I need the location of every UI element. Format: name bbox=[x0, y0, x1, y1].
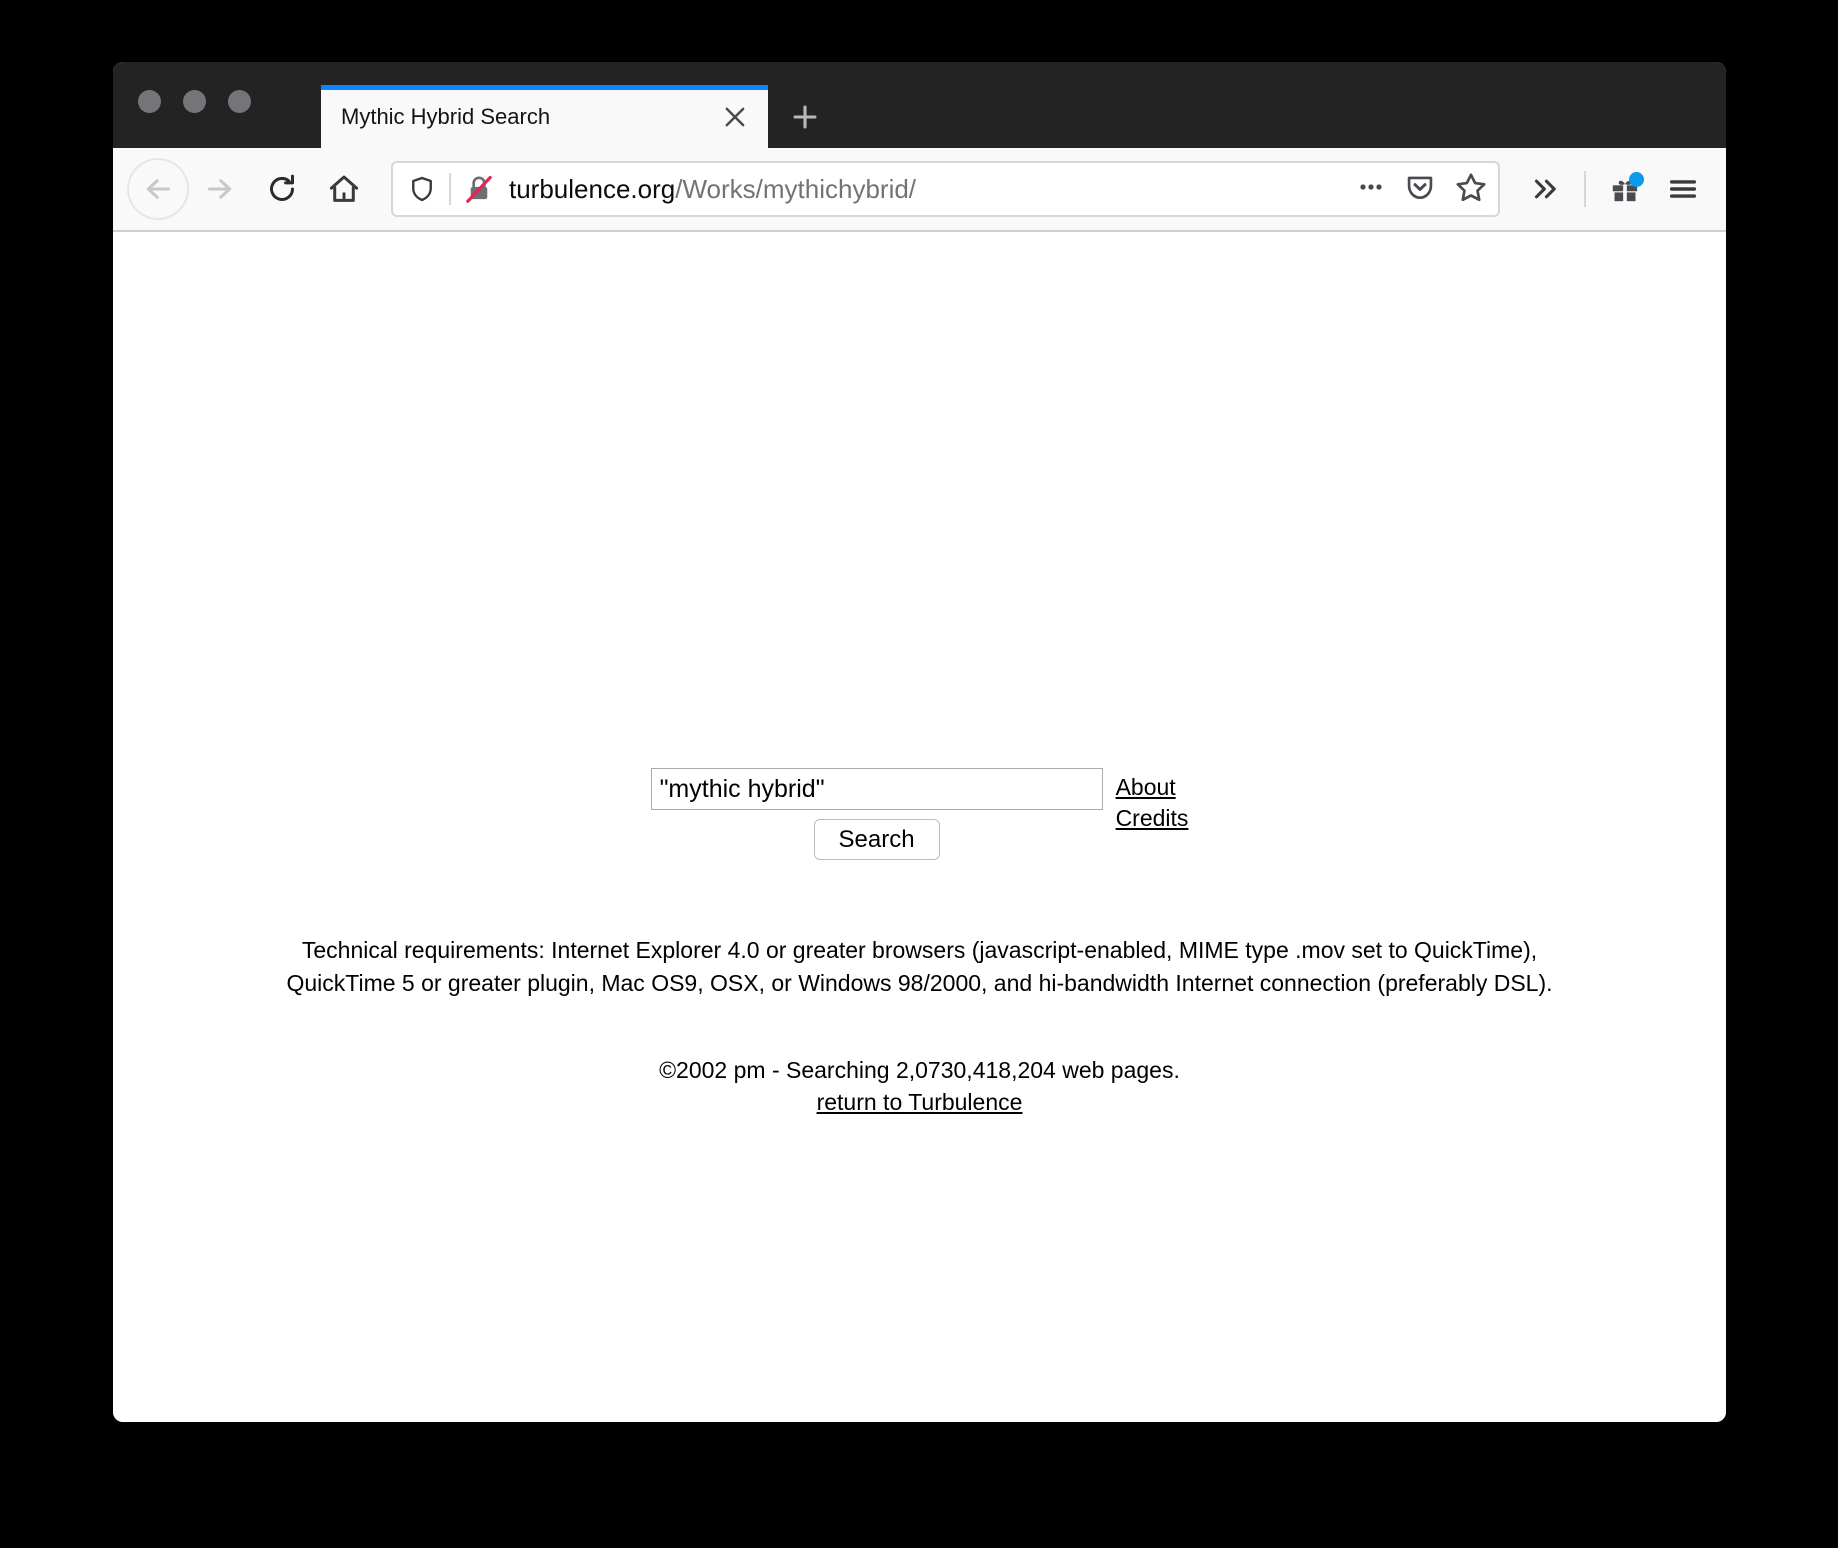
search-area: Search About Credits bbox=[650, 768, 1189, 860]
minimize-window-button[interactable] bbox=[183, 90, 206, 113]
home-button[interactable] bbox=[313, 158, 375, 220]
search-input[interactable] bbox=[650, 768, 1103, 810]
mythic-hybrid-search-page: Search About Credits Technical requireme… bbox=[113, 768, 1726, 1119]
toolbar-divider bbox=[1584, 171, 1586, 207]
window-controls bbox=[138, 90, 251, 113]
address-bar-divider bbox=[449, 173, 451, 205]
back-button[interactable] bbox=[127, 158, 189, 220]
overflow-chevrons-icon[interactable] bbox=[1516, 160, 1574, 218]
about-link[interactable]: About bbox=[1116, 772, 1176, 803]
technical-requirements-line-1: Technical requirements: Internet Explore… bbox=[301, 937, 1538, 963]
gift-icon[interactable] bbox=[1596, 160, 1654, 218]
gift-notification-badge bbox=[1629, 172, 1644, 187]
page-actions-icon[interactable] bbox=[1356, 172, 1386, 207]
tab-bar: Mythic Hybrid Search bbox=[113, 62, 1726, 148]
url-text: turbulence.org/Works/mythichybrid/ bbox=[509, 174, 1346, 205]
bookmark-star-icon[interactable] bbox=[1454, 170, 1488, 209]
search-button[interactable]: Search bbox=[813, 819, 940, 860]
technical-requirements-line-2: QuickTime 5 or greater plugin, Mac OS9, … bbox=[286, 969, 1553, 996]
reload-button[interactable] bbox=[251, 158, 313, 220]
hamburger-menu-icon[interactable] bbox=[1654, 160, 1712, 218]
close-window-button[interactable] bbox=[138, 90, 161, 113]
tab-mythic-hybrid-search[interactable]: Mythic Hybrid Search bbox=[321, 85, 768, 148]
forward-button[interactable] bbox=[189, 158, 251, 220]
return-to-turbulence-link[interactable]: return to Turbulence bbox=[817, 1089, 1023, 1115]
navigation-toolbar: turbulence.org/Works/mythichybrid/ bbox=[113, 148, 1726, 232]
shield-icon[interactable] bbox=[407, 174, 437, 204]
tab-strip: Mythic Hybrid Search bbox=[321, 62, 842, 148]
toolbar-right-section bbox=[1516, 160, 1712, 218]
credits-link[interactable]: Credits bbox=[1116, 803, 1189, 834]
maximize-window-button[interactable] bbox=[228, 90, 251, 113]
page-content: Search About Credits Technical requireme… bbox=[113, 232, 1726, 1422]
page-footer: ©2002 pm - Searching 2,0730,418,204 web … bbox=[113, 1055, 1726, 1118]
copyright-text: ©2002 pm - Searching 2,0730,418,204 web … bbox=[659, 1057, 1180, 1084]
address-bar[interactable]: turbulence.org/Works/mythichybrid/ bbox=[391, 161, 1500, 217]
side-links: About Credits bbox=[1116, 768, 1189, 833]
new-tab-button[interactable] bbox=[768, 85, 842, 148]
url-host: turbulence.org bbox=[509, 173, 676, 204]
tab-title: Mythic Hybrid Search bbox=[341, 103, 551, 129]
browser-window: Mythic Hybrid Search turbulence.org/Work… bbox=[113, 62, 1726, 1422]
pocket-icon[interactable] bbox=[1404, 171, 1436, 208]
close-tab-icon[interactable] bbox=[716, 98, 754, 136]
search-form: Search bbox=[650, 768, 1103, 860]
address-bar-actions bbox=[1356, 170, 1488, 209]
lock-crossed-icon[interactable] bbox=[463, 173, 495, 205]
technical-requirements: Technical requirements: Internet Explore… bbox=[113, 934, 1726, 999]
url-path: /Works/mythichybrid/ bbox=[675, 173, 917, 204]
